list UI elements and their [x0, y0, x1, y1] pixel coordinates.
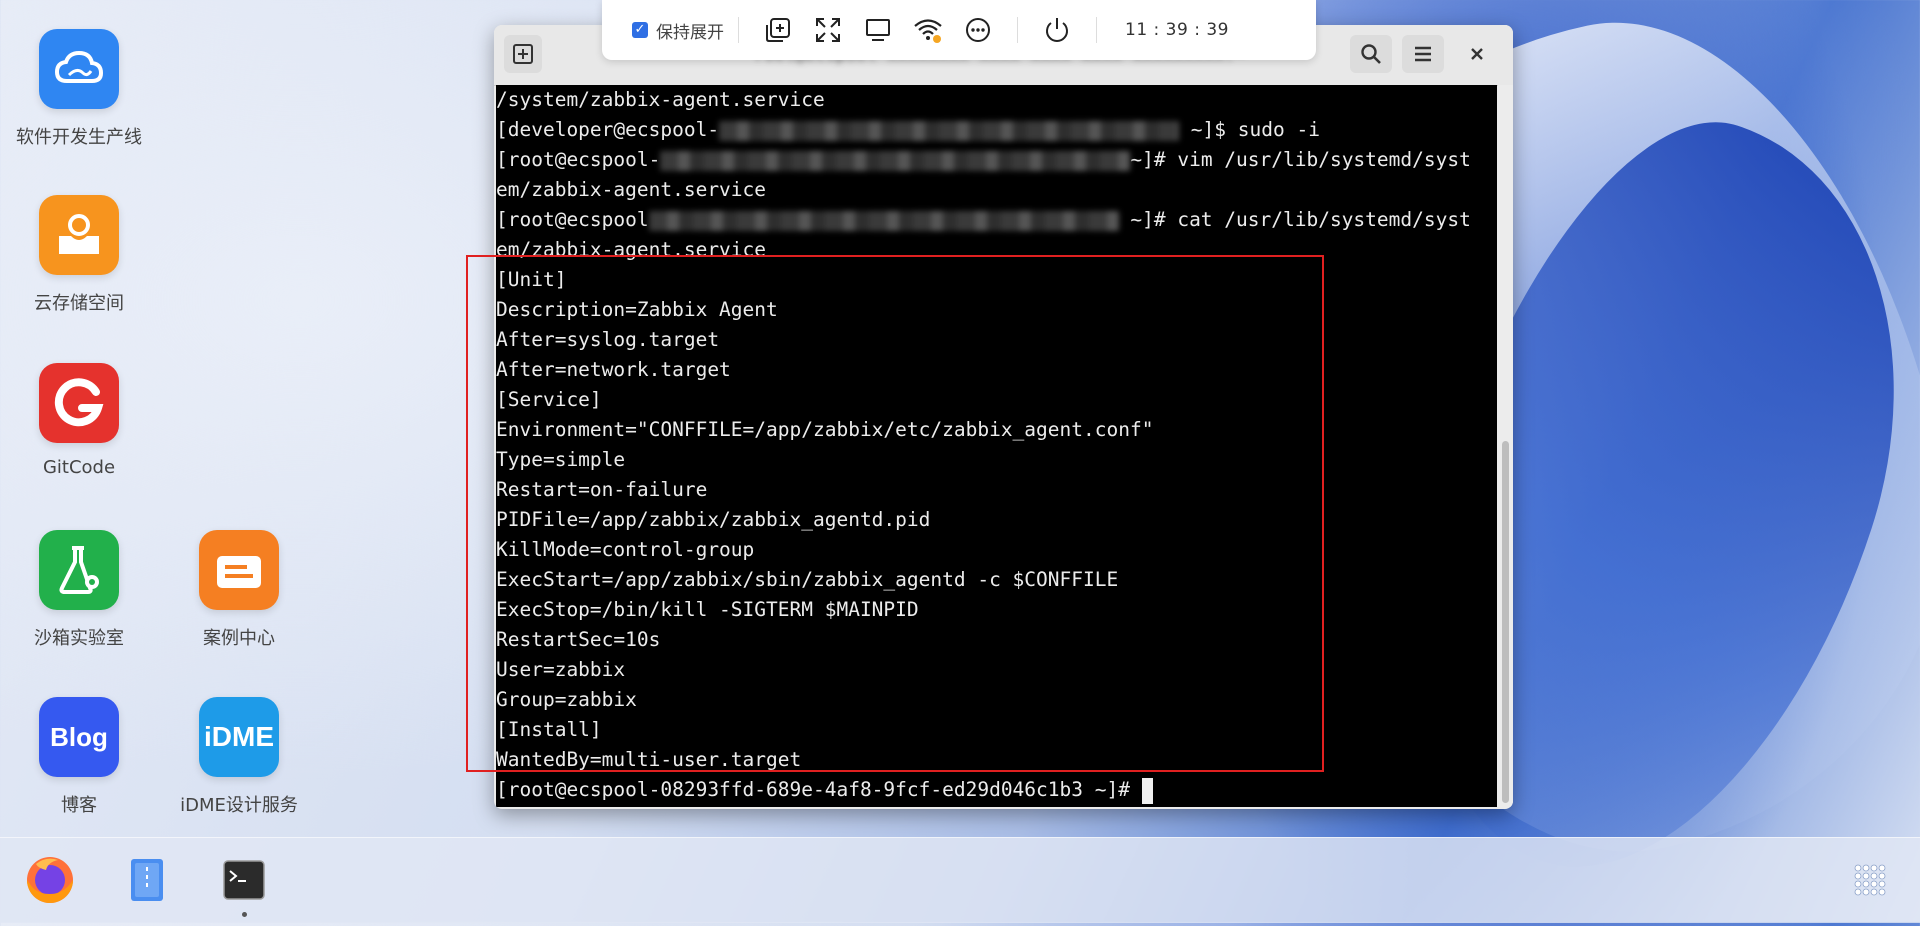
firefox-icon: [27, 857, 73, 903]
desktop-icon-cloud-storage[interactable]: 云存储空间: [4, 195, 154, 315]
active-app-indicator: [242, 912, 247, 917]
app-grid-button[interactable]: [1842, 852, 1898, 908]
close-button[interactable]: [1456, 35, 1498, 73]
taskbar: [0, 837, 1920, 923]
desktop-icon-devcloud[interactable]: 软件开发生产线: [4, 29, 154, 149]
command-text: ~]$ sudo -i: [1179, 118, 1320, 141]
desktop-icon-label: 软件开发生产线: [16, 127, 142, 148]
desktop-icon-label: 云存储空间: [34, 293, 124, 314]
terminal-line: [root@ecspool- ~]# vim /usr/lib/systemd/s…: [496, 145, 1471, 175]
toolbar-divider: [738, 17, 739, 43]
current-prompt: [root@ecspool-08293ffd-689e-4af8-9fcf-ed…: [496, 778, 1142, 801]
terminal-icon: [223, 860, 265, 900]
scrollbar-thumb[interactable]: [1502, 441, 1509, 803]
session-clock: 11 : 39 : 39: [1125, 20, 1229, 40]
wifi-icon: [914, 19, 942, 43]
close-icon: [1471, 48, 1483, 60]
add-window-icon: [766, 18, 790, 42]
fullscreen-button[interactable]: [805, 7, 851, 53]
taskbar-firefox[interactable]: [22, 852, 78, 908]
redacted-hostname: [719, 120, 1180, 141]
desktop-icon-sandbox-lab[interactable]: 沙箱实验室: [4, 530, 154, 650]
redacted-hostname: [660, 150, 1131, 171]
app-grid-icon: [1854, 864, 1886, 896]
desktop-icon-label: iDME设计服务: [180, 795, 298, 816]
power-button[interactable]: [1034, 7, 1080, 53]
search-button[interactable]: [1350, 35, 1392, 73]
power-icon: [1046, 18, 1068, 42]
desktop-icon-label: 沙箱实验室: [34, 628, 124, 649]
prompt-prefix: [root@ecspool-: [496, 148, 661, 171]
case-folder-icon: [199, 530, 279, 610]
terminal-line: [root@ecspool ~]# cat /usr/lib/systemd/s…: [496, 205, 1471, 235]
terminal-line: em/zabbix-agent.service: [496, 178, 767, 201]
toolbar-divider: [1017, 17, 1018, 43]
command-text: ~]# cat /usr/lib/systemd/syst: [1118, 208, 1471, 231]
terminal-prompt-line[interactable]: [root@ecspool-08293ffd-689e-4af8-9fcf-ed…: [496, 775, 1153, 805]
terminal-line: /system/zabbix-agent.service: [496, 88, 825, 111]
cloud-icon: [39, 29, 119, 109]
idme-logo-icon: iDME: [199, 697, 279, 777]
display-button[interactable]: [855, 7, 901, 53]
search-icon: [1361, 44, 1381, 64]
prompt-prefix: [developer@ecspool-: [496, 118, 720, 141]
desktop-icon-label: 案例中心: [203, 628, 275, 649]
monitor-icon: [866, 19, 890, 41]
more-icon: [966, 18, 990, 42]
file-manager-icon: [131, 859, 163, 901]
add-window-button[interactable]: [755, 7, 801, 53]
taskbar-file-manager[interactable]: [119, 852, 175, 908]
taskbar-terminal[interactable]: [216, 852, 272, 908]
new-tab-button[interactable]: [504, 35, 542, 73]
redacted-hostname: [648, 210, 1119, 231]
desktop-icon-blog[interactable]: Blog 博客: [4, 697, 154, 817]
more-button[interactable]: [955, 7, 1001, 53]
text-cursor: [1141, 777, 1153, 804]
toolbar-divider: [1096, 17, 1097, 43]
blog-logo-icon: Blog: [39, 697, 119, 777]
flask-icon: [39, 530, 119, 610]
storage-box-icon: [39, 195, 119, 275]
terminal-line: [developer@ecspool- ~]$ sudo -i: [496, 115, 1320, 145]
desktop-icon-gitcode[interactable]: GitCode: [4, 363, 154, 478]
desktop-icon-label: GitCode: [42, 457, 116, 478]
menu-button[interactable]: [1402, 35, 1444, 73]
new-tab-icon: [513, 44, 533, 64]
desktop-icon-case-center[interactable]: 案例中心: [164, 530, 314, 650]
annotation-highlight-box: [466, 255, 1324, 772]
desktop-icon-label: 博客: [61, 795, 97, 816]
keep-expanded-checkbox[interactable]: ✓ 保持展开: [632, 18, 724, 43]
command-text: ~]# vim /usr/lib/systemd/syst: [1130, 148, 1471, 171]
keep-expanded-label: 保持展开: [656, 22, 724, 43]
terminal-scrollbar[interactable]: [1498, 85, 1513, 807]
desktop-icon-idme[interactable]: iDME iDME设计服务: [164, 697, 314, 817]
remote-session-toolbar: ✓ 保持展开 11 : 39 : 39: [602, 0, 1316, 60]
prompt-prefix: [root@ecspool: [496, 208, 649, 231]
hamburger-menu-icon: [1415, 46, 1431, 62]
gitcode-logo-icon: [39, 363, 119, 443]
checkbox-checked-icon: ✓: [632, 22, 648, 38]
fullscreen-icon: [816, 18, 840, 42]
network-button[interactable]: [905, 7, 951, 53]
